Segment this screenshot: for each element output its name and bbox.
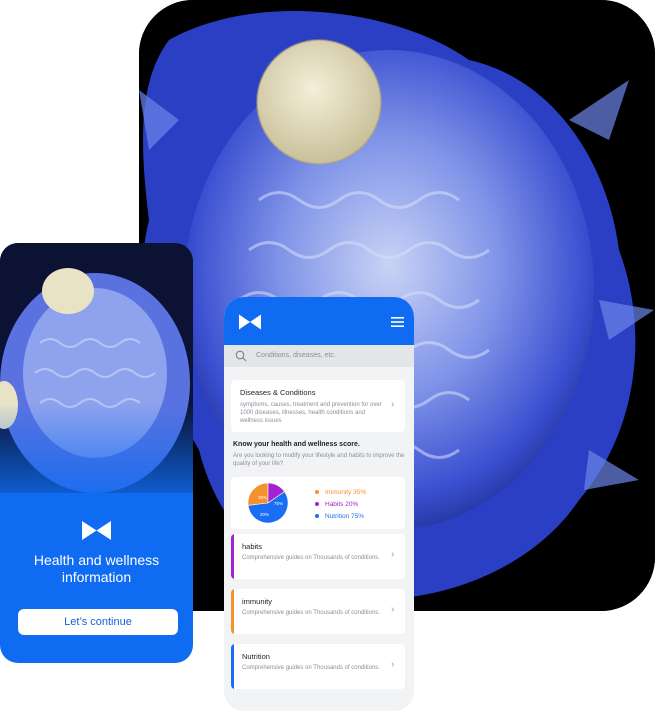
legend-label: Habits 20% (325, 500, 359, 508)
topic-title: immunity (242, 597, 273, 606)
hamburger-icon[interactable] (391, 317, 404, 327)
card-title: Diseases & Conditions (240, 388, 316, 397)
welcome-title: Health and wellness information (33, 552, 160, 585)
score-description: Are you looking to modify your lifestyle… (233, 453, 405, 467)
score-title: Know your health and wellness score. (233, 441, 360, 448)
score-legend: Immunity 35% Habits 20% Nutrition 75% (315, 486, 366, 522)
topic-card-immunity[interactable]: immunity Comprehensive guides on Thousan… (231, 589, 405, 634)
chevron-right-icon: › (391, 399, 395, 410)
topic-title: habits (242, 542, 263, 551)
topic-card-habits[interactable]: habits Comprehensive guides on Thousands… (231, 534, 405, 579)
chevron-right-icon: › (391, 659, 395, 670)
topic-description: Comprehensive guides on Thousands of con… (242, 610, 380, 616)
topic-description: Comprehensive guides on Thousands of con… (242, 665, 380, 671)
search-icon (235, 350, 247, 362)
legend-label: Nutrition 75% (325, 512, 365, 520)
topic-accent-bar (231, 644, 234, 689)
legend-dot (315, 490, 319, 494)
topic-description: Comprehensive guides on Thousands of con… (242, 555, 380, 561)
m-logo-icon (82, 521, 111, 540)
topic-accent-bar (231, 534, 234, 579)
score-pie-chart: 35% 20% 75% (247, 482, 289, 524)
pie-label-nutrition: 75% (274, 501, 283, 506)
diseases-conditions-card[interactable]: Diseases & Conditions symptoms, causes, … (231, 380, 405, 432)
topic-card-nutrition[interactable]: Nutrition Comprehensive guides on Thousa… (231, 644, 405, 689)
app-header (224, 297, 414, 345)
wellness-score-card[interactable]: 35% 20% 75% Immunity 35% Habits 20% Nutr… (231, 477, 405, 529)
legend-dot (315, 502, 319, 506)
m-logo-icon[interactable] (238, 313, 262, 331)
continue-button[interactable]: Let’s continue (18, 609, 178, 635)
topic-title: Nutrition (242, 652, 270, 661)
legend-label: Immunity 35% (325, 488, 367, 496)
legend-dot (315, 514, 319, 518)
chevron-right-icon: › (391, 549, 395, 560)
card-description: symptoms, causes, treatment and preventi… (240, 402, 382, 424)
pie-label-immunity: 35% (258, 495, 267, 500)
search-bar[interactable]: Conditions, diseases, etc. (224, 345, 414, 367)
legend-item-habits: Habits 20% (315, 498, 366, 510)
legend-item-nutrition: Nutrition 75% (315, 510, 366, 522)
chevron-right-icon: › (391, 604, 395, 615)
search-input[interactable]: Conditions, diseases, etc. (256, 345, 336, 367)
topic-accent-bar (231, 589, 234, 634)
welcome-screen (0, 243, 193, 663)
legend-item-immunity: Immunity 35% (315, 486, 366, 498)
home-screen: Conditions, diseases, etc. Diseases & Co… (224, 297, 414, 711)
pie-label-habits: 20% (260, 512, 269, 517)
photo-fade (0, 403, 193, 513)
